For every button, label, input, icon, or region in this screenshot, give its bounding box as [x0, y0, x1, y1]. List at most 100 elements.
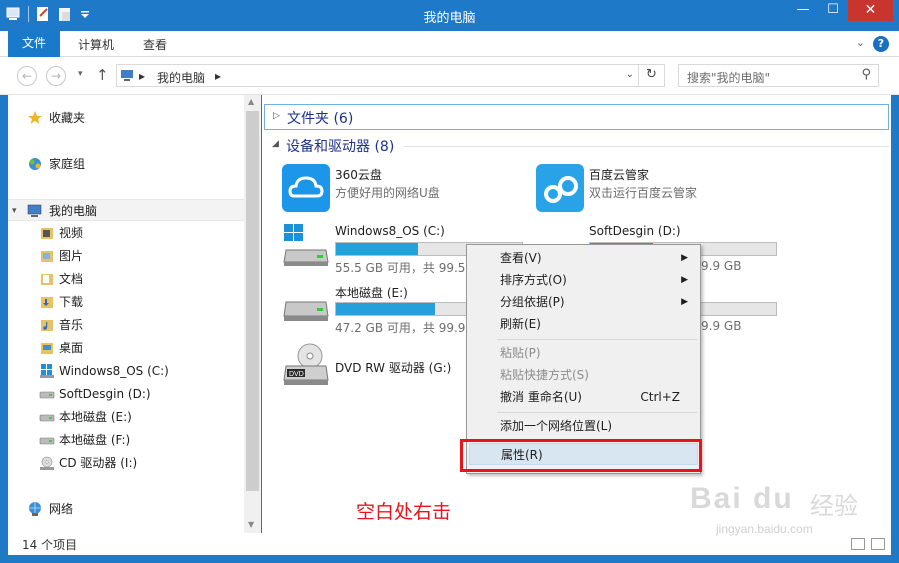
network-icon — [27, 501, 43, 517]
address-dropdown-icon[interactable]: ⌄ — [626, 69, 634, 80]
menu-separator — [497, 412, 697, 413]
close-button[interactable]: ✕ — [848, 0, 893, 21]
baidu-cloud-icon — [536, 164, 584, 212]
recent-locations-icon[interactable]: ▾ — [78, 69, 83, 79]
computer-icon — [27, 203, 43, 219]
tile-name: Windows8_OS (C:) — [335, 224, 445, 238]
group-devices[interactable]: ◢ 设备和驱动器 (8) — [264, 133, 889, 159]
nav-item-music[interactable]: 音乐 — [8, 314, 244, 336]
360-cloud-icon — [282, 164, 330, 212]
breadcrumb-separator[interactable]: ▸ — [215, 69, 221, 83]
back-button[interactable]: ← — [17, 66, 37, 86]
group-title: 文件夹 (6) — [287, 111, 354, 127]
group-folders[interactable]: ▷ 文件夹 (6) — [264, 104, 889, 130]
nav-item-documents[interactable]: 文档 — [8, 268, 244, 290]
menu-item-sort-by[interactable]: 排序方式(O) ▶ — [469, 269, 698, 291]
drive-free-space: 9.9 GB — [701, 259, 742, 273]
scroll-thumb[interactable] — [246, 111, 259, 491]
search-box[interactable]: 搜索"我的电脑" ⚲ — [678, 64, 879, 87]
nav-item-label: 本地磁盘 (E:) — [59, 410, 132, 424]
windows-drive-icon — [282, 222, 330, 270]
collapse-icon[interactable]: ◢ — [272, 139, 279, 149]
tile-name: 本地磁盘 (E:) — [335, 286, 408, 300]
nav-item-desktop[interactable]: 桌面 — [8, 337, 244, 359]
nav-item-drive-d[interactable]: SoftDesgin (D:) — [8, 383, 244, 405]
scroll-down-icon[interactable]: ▼ — [248, 520, 254, 529]
computer-icon — [120, 69, 136, 86]
windows-drive-icon — [39, 363, 55, 379]
tile-360-cloud[interactable]: 360云盘 方便好用的网络U盘 — [282, 164, 522, 216]
drive-icon — [39, 386, 55, 402]
nav-item-drive-e[interactable]: 本地磁盘 (E:) — [8, 406, 244, 428]
scroll-up-icon[interactable]: ▲ — [248, 97, 254, 106]
submenu-arrow-icon: ▶ — [681, 275, 688, 285]
nav-item-drive-f[interactable]: 本地磁盘 (F:) — [8, 429, 244, 451]
nav-item-downloads[interactable]: 下载 — [8, 291, 244, 313]
menu-item-add-network-location[interactable]: 添加一个网络位置(L) — [469, 415, 698, 437]
menu-item-label: 查看(V) — [500, 251, 542, 265]
nav-item-my-computer[interactable]: ▾ 我的电脑 — [8, 199, 244, 221]
address-bar[interactable]: ▸ 我的电脑 ▸ ⌄ ↻ — [116, 64, 665, 87]
menu-item-undo-rename[interactable]: 撤消 重命名(U) Ctrl+Z — [469, 386, 698, 408]
downloads-folder-icon — [39, 294, 55, 310]
tab-file[interactable]: 文件 — [8, 31, 61, 57]
submenu-arrow-icon: ▶ — [681, 253, 688, 263]
nav-item-label: 本地磁盘 (F:) — [59, 433, 131, 447]
window-title: 我的电脑 — [423, 11, 476, 26]
nav-item-drive-i[interactable]: CD 驱动器 (I:) — [8, 452, 244, 474]
nav-item-network[interactable]: 网络 — [8, 498, 244, 520]
nav-item-drive-c[interactable]: Windows8_OS (C:) — [8, 360, 244, 382]
nav-item-label: 我的电脑 — [49, 204, 98, 218]
drive-icon — [39, 432, 55, 448]
maximize-button[interactable]: ☐ — [818, 0, 848, 21]
expand-icon[interactable]: ▷ — [273, 111, 280, 121]
breadcrumb-separator[interactable]: ▸ — [139, 69, 145, 83]
search-icon[interactable]: ⚲ — [861, 67, 871, 82]
help-icon[interactable]: ? — [873, 36, 889, 52]
svg-text:DVD: DVD — [289, 371, 304, 378]
refresh-icon[interactable]: ↻ — [638, 65, 664, 86]
watermark-url: jingyan.baidu.com — [716, 522, 813, 536]
nav-scrollbar[interactable]: ▲ ▼ — [244, 95, 261, 533]
explorer-window: 我的电脑 — ☐ ✕ 文件 计算机 查看 ⌄ ? ← → ▾ ↑ ▸ 我的电脑 … — [0, 0, 899, 563]
star-icon — [27, 110, 43, 126]
nav-item-label: 网络 — [49, 502, 74, 516]
baidu-watermark: Bai du 经验 jingyan.baidu.com — [690, 482, 890, 542]
menu-item-group-by[interactable]: 分组依据(P) ▶ — [469, 291, 698, 313]
nav-item-label: 图片 — [59, 249, 84, 263]
expand-ribbon-icon[interactable]: ⌄ — [856, 36, 865, 49]
minimize-button[interactable]: — — [788, 0, 818, 21]
menu-item-paste-shortcut: 粘贴快捷方式(S) — [469, 364, 698, 386]
drive-free-space: 9.9 GB — [701, 319, 742, 333]
nav-item-label: CD 驱动器 (I:) — [59, 456, 138, 470]
search-placeholder: 搜索"我的电脑" — [687, 71, 771, 85]
desktop-folder-icon — [39, 340, 55, 356]
drive-icon — [39, 409, 55, 425]
tab-computer[interactable]: 计算机 — [64, 33, 128, 57]
tile-baidu-cloud[interactable]: 百度云管家 双击运行百度云管家 — [536, 164, 776, 216]
menu-item-refresh[interactable]: 刷新(E) — [469, 313, 698, 335]
dvd-drive-icon: DVD — [282, 342, 330, 390]
collapse-icon[interactable]: ▾ — [12, 200, 17, 222]
item-count: 14 个项目 — [22, 538, 78, 552]
group-divider — [404, 146, 889, 147]
breadcrumb-my-computer[interactable]: 我的电脑 — [157, 69, 205, 86]
tab-view[interactable]: 查看 — [129, 33, 181, 57]
menu-item-label: 添加一个网络位置(L) — [500, 419, 613, 433]
drive-free-space: 55.5 GB 可用，共 99.5 — [335, 261, 466, 275]
nav-item-label: 收藏夹 — [49, 111, 86, 125]
nav-item-pictures[interactable]: 图片 — [8, 245, 244, 267]
menu-item-view[interactable]: 查看(V) ▶ — [469, 247, 698, 269]
up-button[interactable]: ↑ — [96, 66, 109, 84]
menu-item-label: 分组依据(P) — [500, 295, 565, 309]
tile-description: 方便好用的网络U盘 — [335, 186, 440, 200]
address-row: ← → ▾ ↑ ▸ 我的电脑 ▸ ⌄ ↻ 搜索"我的电脑" ⚲ — [0, 57, 899, 95]
nav-item-homegroup[interactable]: 家庭组 — [8, 153, 244, 175]
nav-item-favorites[interactable]: 收藏夹 — [8, 107, 244, 129]
cd-drive-icon — [39, 455, 55, 471]
nav-item-label: 家庭组 — [49, 157, 86, 171]
menu-item-label: 撤消 重命名(U) — [500, 390, 582, 404]
group-title: 设备和驱动器 (8) — [286, 139, 395, 155]
forward-button[interactable]: → — [46, 66, 66, 86]
nav-item-videos[interactable]: 视频 — [8, 222, 244, 244]
